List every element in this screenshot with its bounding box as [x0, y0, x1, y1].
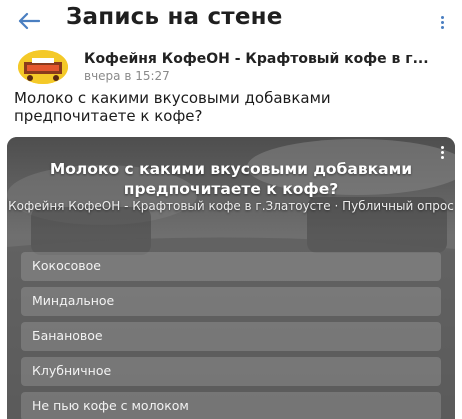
poll-option-label: Кокосовое [32, 258, 101, 273]
poll-question: Молоко с какими вкусовыми добавками пред… [49, 160, 413, 198]
post-timestamp: вчера в 15:27 [84, 69, 170, 83]
poll-option-label: Миндальное [32, 293, 115, 308]
poll-options: Кокосовое Миндальное Банановое Клубнично… [21, 252, 441, 419]
poll-option[interactable]: Клубничное [21, 357, 441, 386]
page-title: Запись на стене [66, 4, 283, 30]
poll-option-label: Не пью кофе с молоком [32, 398, 189, 413]
post-text: Молоко с какими вкусовыми добавками пред… [14, 89, 331, 125]
top-bar: Запись на стене [0, 0, 462, 42]
poll-option-label: Клубничное [32, 363, 112, 378]
arrow-left-icon [18, 12, 40, 30]
poll-option[interactable]: Миндальное [21, 287, 441, 316]
poll-option[interactable]: Кокосовое [21, 252, 441, 281]
back-button[interactable] [14, 6, 44, 36]
poll-option[interactable]: Банановое [21, 322, 441, 351]
avatar[interactable] [18, 50, 68, 84]
post-author: Кофейня КофеОН - Крафтовый кофе в г... в… [18, 48, 458, 88]
wall-post-screen: Запись на стене Кофейня КофеОН - Крафтов… [0, 0, 462, 419]
poll-card: Молоко с какими вкусовыми добавками пред… [7, 137, 455, 419]
more-options-button[interactable] [434, 10, 450, 34]
poll-option[interactable]: Не пью кофе с молоком [21, 392, 441, 419]
author-name[interactable]: Кофейня КофеОН - Крафтовый кофе в г... [84, 51, 429, 67]
poll-option-label: Банановое [32, 328, 103, 343]
poll-source: Кофейня КофеОН - Крафтовый кофе в г.Злат… [8, 199, 454, 213]
